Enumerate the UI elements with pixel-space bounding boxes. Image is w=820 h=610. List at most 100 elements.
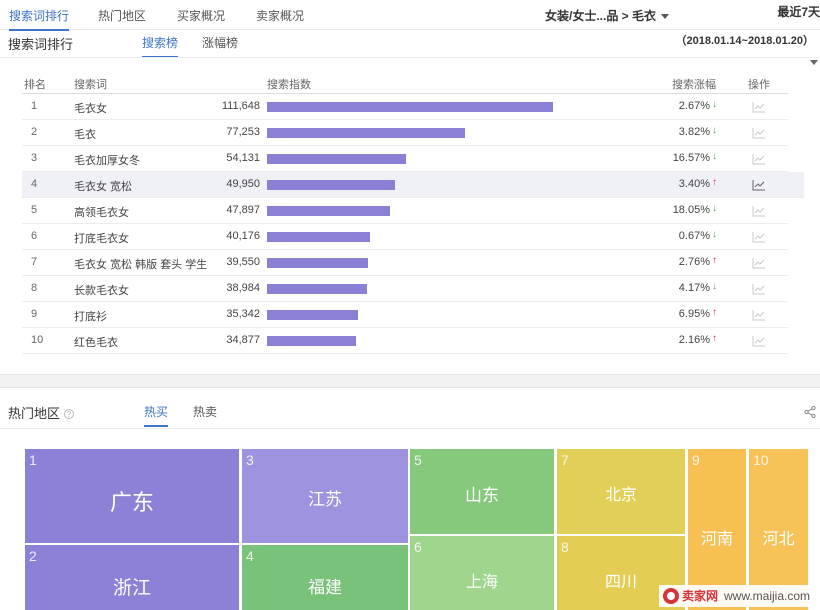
trend-chart-icon[interactable]	[752, 309, 766, 321]
table-row[interactable]: 5 高领毛衣女 47,897 18.05% ↓	[22, 198, 788, 224]
index-value: 49,950	[226, 178, 260, 190]
rank-cell: 1	[31, 100, 38, 112]
table-row[interactable]: 9 打底衫 35,342 6.95% ↑	[22, 302, 788, 328]
trend-chart-icon[interactable]	[752, 257, 766, 269]
keyword-cell[interactable]: 红色毛衣	[74, 334, 118, 350]
trend-chart-icon[interactable]	[752, 283, 766, 295]
hot-regions-title: 热门地区	[8, 406, 61, 421]
table-row[interactable]: 3 毛衣加厚女冬 54,131 16.57% ↓	[22, 146, 788, 172]
rank-cell: 9	[31, 308, 38, 320]
tab-hot-sell[interactable]: 热卖	[193, 403, 217, 420]
region-name: 河北	[762, 531, 795, 548]
col-index: 搜索指数	[267, 79, 311, 91]
table-row[interactable]: 2 毛衣 77,253 3.82% ↓	[22, 120, 788, 146]
tab-buyer-overview[interactable]: 买家概况	[177, 7, 225, 24]
table-row[interactable]: 4 毛衣女 宽松 49,950 3.40% ↑	[22, 172, 804, 198]
cell-rank: 10	[753, 452, 769, 468]
index-value: 54,131	[226, 152, 260, 164]
keyword-cell[interactable]: 高领毛衣女	[74, 204, 129, 220]
treemap-cell[interactable]: 4 福建	[242, 545, 408, 610]
arrow-down-icon: ↓	[712, 281, 717, 292]
arrow-down-icon: ↓	[712, 99, 717, 110]
index-bar	[267, 206, 390, 216]
change-percent: 16.57%	[672, 152, 710, 164]
maijia-logo-icon	[662, 588, 679, 604]
share-icon[interactable]	[804, 406, 816, 418]
change-percent: 18.05%	[672, 204, 710, 216]
region-name: 山东	[465, 486, 499, 505]
rank-cell: 5	[31, 204, 38, 216]
index-bar	[267, 154, 406, 164]
keyword-cell[interactable]: 毛衣女 宽松	[74, 178, 132, 194]
keyword-cell[interactable]: 打底毛衣女	[74, 230, 129, 246]
index-value: 38,984	[226, 282, 260, 294]
divider	[0, 428, 820, 429]
keyword-cell[interactable]: 毛衣女	[74, 100, 107, 116]
scroll-down-icon[interactable]	[810, 60, 818, 65]
table-row[interactable]: 7 毛衣女 宽松 韩版 套头 学生 39,550 2.76% ↑	[22, 250, 788, 276]
trend-chart-icon[interactable]	[752, 205, 766, 217]
category-selector[interactable]: 女装/女士...品 > 毛衣	[545, 7, 670, 24]
keyword-cell[interactable]: 打底衫	[74, 308, 107, 324]
keyword-cell[interactable]: 长款毛衣女	[74, 282, 129, 298]
region-name: 福建	[308, 578, 342, 597]
treemap-cell[interactable]: 3 江苏	[242, 449, 408, 543]
index-bar	[267, 128, 465, 138]
hot-regions-header: 热门地区? 热买 热卖	[0, 398, 820, 428]
treemap-cell[interactable]: 7 北京	[557, 449, 685, 534]
region-name: 江苏	[308, 490, 342, 509]
cell-rank: 6	[414, 539, 422, 555]
tab-search-ranking[interactable]: 搜索词排行	[9, 7, 70, 31]
cell-rank: 5	[414, 452, 422, 468]
trend-chart-icon[interactable]	[752, 335, 766, 347]
rank-cell: 2	[31, 126, 38, 138]
section-title: 搜索词排行	[8, 37, 74, 52]
rank-cell: 4	[31, 178, 38, 190]
trend-chart-icon[interactable]	[752, 101, 766, 113]
table-row[interactable]: 6 打底毛衣女 40,176 0.67% ↓	[22, 224, 788, 250]
trend-chart-icon[interactable]	[752, 127, 766, 139]
arrow-up-icon: ↑	[712, 333, 717, 344]
region-name: 北京	[604, 487, 637, 504]
treemap-cell[interactable]: 6 上海	[410, 536, 554, 610]
trend-chart-icon[interactable]	[752, 231, 766, 243]
arrow-down-icon: ↓	[712, 151, 717, 162]
region-name: 河南	[700, 531, 733, 548]
table-body: 1 毛衣女 111,648 2.67% ↓ 2 毛衣 77,253 3.82% ↓ 3 毛衣加厚女冬 5…	[22, 94, 804, 354]
treemap-cell[interactable]: 2 浙江	[25, 545, 239, 610]
tab-seller-overview[interactable]: 卖家概况	[256, 7, 304, 24]
arrow-down-icon: ↓	[712, 229, 717, 240]
index-value: 35,342	[226, 308, 260, 320]
trend-chart-icon[interactable]	[752, 179, 766, 191]
cell-rank: 9	[692, 452, 700, 468]
arrow-up-icon: ↑	[712, 177, 717, 188]
rank-cell: 8	[31, 282, 38, 294]
index-value: 47,897	[226, 204, 260, 216]
table-row[interactable]: 1 毛衣女 111,648 2.67% ↓	[22, 94, 788, 120]
cell-rank: 3	[246, 452, 254, 468]
keyword-cell[interactable]: 毛衣加厚女冬	[74, 152, 140, 168]
tab-hot-regions[interactable]: 热门地区	[98, 7, 146, 24]
index-bar	[267, 310, 358, 320]
index-value: 34,877	[226, 334, 260, 346]
watermark-url: www.maijia.com	[723, 589, 810, 603]
tab-search-list[interactable]: 搜索榜	[142, 34, 179, 58]
change-percent: 2.76%	[678, 256, 710, 268]
trend-chart-icon[interactable]	[752, 153, 766, 165]
table-row[interactable]: 10 红色毛衣 34,877 2.16% ↑	[22, 328, 788, 354]
tab-hot-buy[interactable]: 热买	[144, 403, 169, 427]
table-row[interactable]: 8 长款毛衣女 38,984 4.17% ↓	[22, 276, 788, 302]
arrow-up-icon: ↑	[712, 307, 717, 318]
help-icon[interactable]: ?	[64, 409, 75, 419]
rank-cell: 7	[31, 256, 38, 268]
treemap-cell[interactable]: 1 广东	[25, 449, 239, 543]
cell-rank: 4	[246, 548, 254, 564]
tab-growth-list[interactable]: 涨幅榜	[202, 34, 238, 51]
keyword-cell[interactable]: 毛衣	[74, 126, 96, 142]
index-value: 77,253	[226, 126, 260, 138]
index-value: 39,550	[226, 256, 260, 268]
period-selector[interactable]: 最近7天	[777, 3, 820, 20]
section-separator	[0, 374, 820, 388]
col-change: 搜索涨幅	[672, 79, 716, 91]
treemap-cell[interactable]: 5 山东	[410, 449, 554, 534]
